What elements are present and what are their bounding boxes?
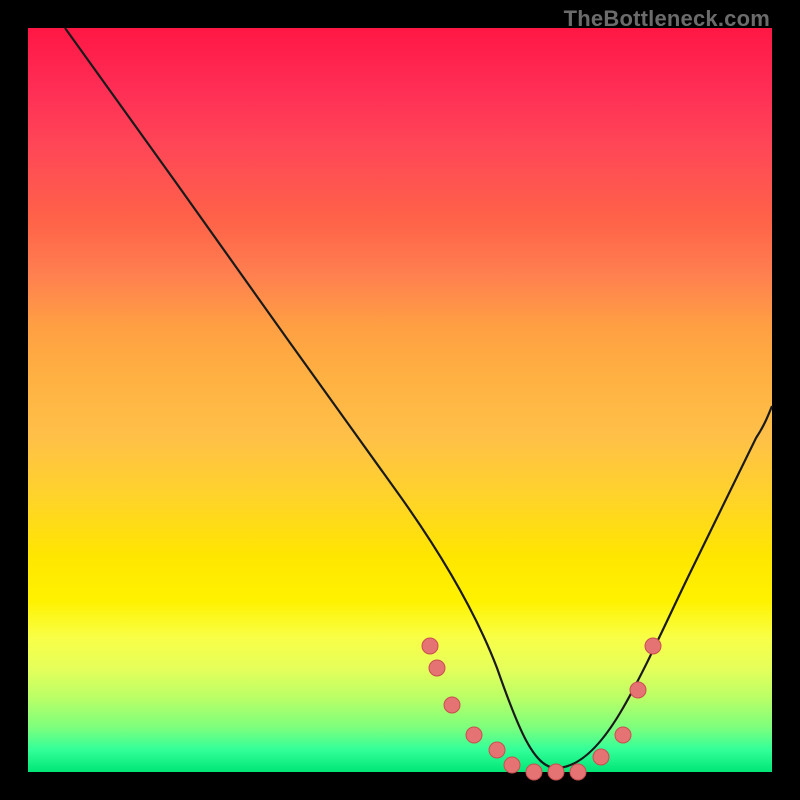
dot [422, 638, 438, 654]
dot [429, 660, 445, 676]
dot [504, 757, 520, 773]
bottleneck-curve [65, 28, 772, 768]
dot [548, 764, 564, 780]
dot [630, 682, 646, 698]
dot [645, 638, 661, 654]
dot [593, 749, 609, 765]
dot [526, 764, 542, 780]
chart-frame [28, 28, 772, 772]
watermark-text: TheBottleneck.com [564, 6, 770, 32]
dot [466, 727, 482, 743]
highlight-dots-group [422, 638, 661, 780]
dot [444, 697, 460, 713]
dot [489, 742, 505, 758]
dot [615, 727, 631, 743]
dot [570, 764, 586, 780]
chart-svg [28, 28, 772, 772]
